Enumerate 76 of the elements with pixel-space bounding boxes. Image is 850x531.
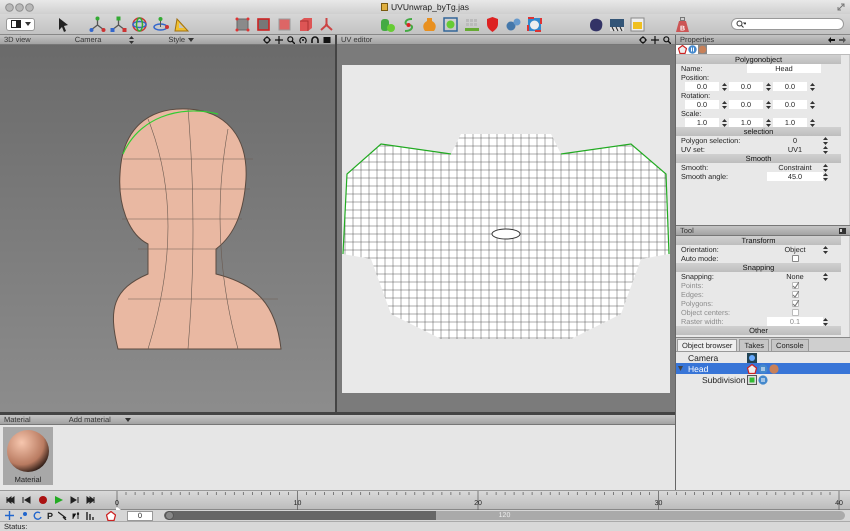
spinner-icon[interactable] — [823, 272, 828, 280]
spinner-icon[interactable] — [823, 146, 828, 154]
square-icon[interactable] — [323, 36, 331, 44]
target-icon[interactable] — [263, 36, 271, 44]
spinner-icon[interactable] — [722, 100, 727, 108]
bar-graph-icon[interactable] — [86, 511, 96, 520]
edges-cube-icon[interactable] — [255, 16, 272, 32]
rotate-icon[interactable] — [299, 36, 307, 44]
object-name: Head — [687, 364, 710, 374]
panel-options-icon[interactable] — [839, 228, 846, 234]
sphere-frame-icon[interactable] — [526, 16, 543, 32]
spinner-icon[interactable] — [766, 118, 771, 126]
knife-icon[interactable] — [58, 511, 68, 520]
layout-button[interactable] — [6, 18, 35, 30]
points-cube-icon[interactable] — [234, 16, 251, 32]
step-back-icon[interactable] — [22, 496, 32, 504]
spinner-icon[interactable] — [722, 82, 727, 90]
rotate-gizmo-icon[interactable] — [131, 16, 148, 32]
spinner-icon[interactable] — [766, 100, 771, 108]
panel-layout-icon — [10, 20, 20, 28]
zoom-icon[interactable] — [663, 36, 671, 44]
polygon-star-icon — [747, 364, 757, 374]
record-icon[interactable] — [38, 496, 48, 504]
spinner-icon[interactable] — [722, 118, 727, 126]
rotate-axes-icon[interactable] — [152, 16, 169, 32]
scale-tool-icon[interactable] — [19, 511, 28, 520]
material-sphere-icon — [769, 364, 779, 374]
caret-icon[interactable] — [24, 22, 30, 26]
caret-icon[interactable] — [188, 38, 194, 42]
spinner-icon[interactable] — [823, 246, 828, 254]
minimize-button[interactable] — [15, 2, 25, 12]
zoom-button[interactable] — [25, 2, 35, 12]
object-name: Subdivision — [701, 374, 746, 384]
spinner-icon[interactable] — [823, 136, 828, 144]
tool-letter[interactable]: P — [47, 510, 54, 520]
tag-icon[interactable] — [688, 45, 697, 54]
tree-row[interactable]: Head — [676, 363, 850, 374]
camera-thumbnail-icon — [747, 352, 757, 362]
spinner-icon[interactable] — [810, 82, 815, 90]
tree-row[interactable]: Camera — [676, 352, 850, 363]
tag-icon — [758, 374, 768, 384]
forward-arrow-icon[interactable] — [839, 36, 846, 42]
spinner-icon[interactable] — [766, 82, 771, 90]
step-forward-icon[interactable] — [70, 496, 80, 504]
object-name: Camera — [687, 352, 720, 362]
window-title: UVUnwrap_byTg.jas — [391, 2, 469, 12]
skip-start-icon[interactable] — [6, 496, 16, 504]
search-icon — [736, 20, 746, 28]
spinner-icon[interactable] — [129, 36, 134, 44]
target-icon[interactable] — [639, 36, 647, 44]
slider-knob-icon[interactable] — [165, 511, 174, 520]
move-icon[interactable] — [275, 36, 283, 44]
document-icon — [381, 3, 388, 11]
subdivision-icon — [747, 374, 757, 384]
back-arrow-icon[interactable] — [828, 36, 835, 42]
close-button[interactable] — [5, 2, 15, 12]
tree-row[interactable]: Subdivision — [676, 374, 850, 385]
scale-axes-icon[interactable] — [110, 16, 127, 32]
zoom-icon[interactable] — [287, 36, 295, 44]
checkbox[interactable] — [792, 255, 798, 262]
spinner-icon[interactable] — [810, 118, 815, 126]
fullscreen-icon[interactable] — [837, 3, 845, 11]
skip-end-icon[interactable] — [86, 496, 96, 504]
material-sphere-icon — [6, 429, 50, 473]
spinner-icon[interactable] — [823, 164, 828, 172]
move-axes-icon[interactable] — [89, 16, 106, 32]
shield-icon[interactable] — [484, 16, 501, 32]
search-field[interactable] — [731, 18, 844, 30]
rotate-tool-icon[interactable] — [33, 511, 42, 520]
move-tool-icon[interactable] — [5, 511, 14, 520]
spinner-icon[interactable] — [810, 100, 815, 108]
tag-icon — [758, 364, 768, 374]
caret-icon[interactable] — [124, 418, 131, 422]
arch-icon[interactable] — [311, 36, 319, 44]
cube-icon[interactable] — [297, 16, 314, 32]
move-icon[interactable] — [651, 36, 659, 44]
